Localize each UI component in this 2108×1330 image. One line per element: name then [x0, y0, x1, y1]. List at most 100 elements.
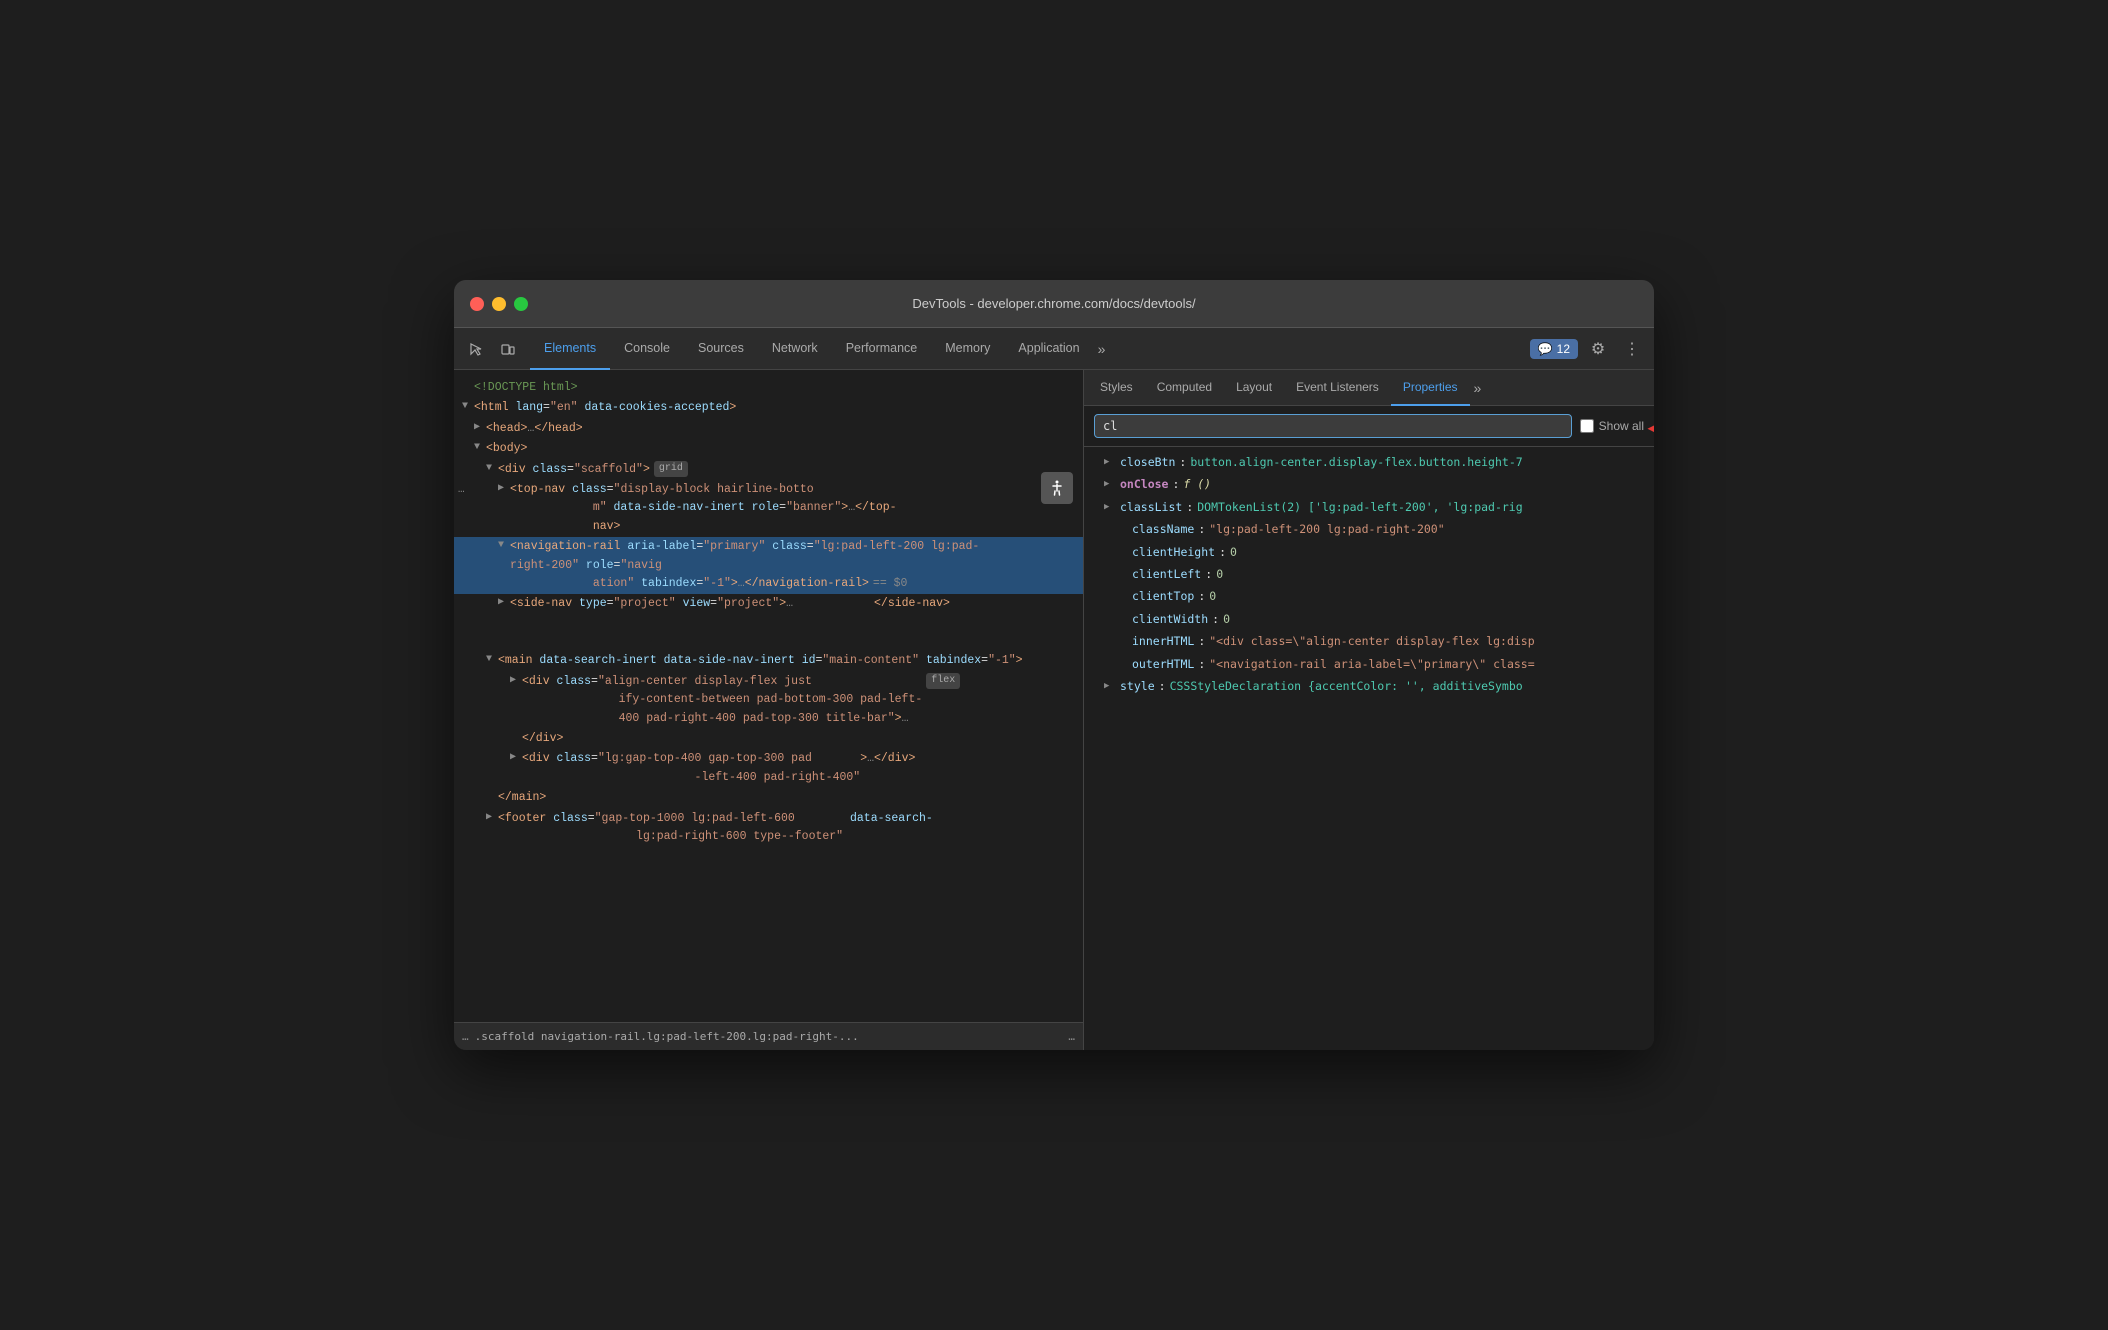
- properties-list: closeBtn : button.align-center.display-f…: [1084, 447, 1654, 1050]
- prop-key: clientWidth: [1132, 610, 1208, 628]
- prop-key-bold: onClose: [1120, 475, 1168, 493]
- tab-application[interactable]: Application: [1004, 328, 1093, 370]
- triangle-icon[interactable]: [486, 461, 498, 477]
- tab-performance[interactable]: Performance: [832, 328, 932, 370]
- minimize-button[interactable]: [492, 297, 506, 311]
- triangle-icon[interactable]: [510, 673, 522, 689]
- tree-main-close[interactable]: </main>: [454, 788, 1083, 808]
- tree-footer[interactable]: <footer class="gap-top-1000 lg:pad-left-…: [454, 809, 1083, 848]
- triangle-icon[interactable]: [498, 481, 510, 497]
- prop-value: CSSStyleDeclaration {accentColor: '', ad…: [1170, 677, 1523, 695]
- prop-key: classList: [1120, 498, 1182, 516]
- right-tab-bar: Styles Computed Layout Event Listeners P…: [1084, 370, 1654, 406]
- tab-layout[interactable]: Layout: [1224, 370, 1284, 406]
- prop-className[interactable]: className : "lg:pad-left-200 lg:pad-righ…: [1084, 518, 1654, 540]
- more-options-button[interactable]: ⋮: [1618, 335, 1646, 363]
- triangle-icon[interactable]: [510, 750, 522, 766]
- accessibility-button[interactable]: [1041, 472, 1073, 504]
- prop-clientWidth[interactable]: clientWidth : 0: [1084, 608, 1654, 630]
- triangle-icon[interactable]: [486, 652, 498, 668]
- maximize-button[interactable]: [514, 297, 528, 311]
- prop-value-func: f (): [1183, 475, 1211, 493]
- more-tabs-button[interactable]: »: [1094, 341, 1110, 357]
- tab-event-listeners[interactable]: Event Listeners: [1284, 370, 1391, 406]
- prop-value: 0: [1216, 565, 1223, 583]
- prop-clientLeft[interactable]: clientLeft : 0: [1084, 563, 1654, 585]
- prop-key: outerHTML: [1132, 655, 1194, 673]
- properties-search-input[interactable]: [1094, 414, 1572, 438]
- inspect-element-button[interactable]: [462, 335, 490, 363]
- triangle-icon[interactable]: [498, 595, 510, 611]
- tree-head[interactable]: <head>…</head>: [454, 419, 1083, 439]
- tree-doctype[interactable]: <!DOCTYPE html>: [454, 378, 1083, 398]
- prop-value: "<div class=\"align-center display-flex …: [1209, 632, 1534, 650]
- breadcrumb-text: .scaffold navigation-rail.lg:pad-left-20…: [475, 1030, 859, 1043]
- elements-panel: <!DOCTYPE html> <html lang="en" data-coo…: [454, 370, 1084, 1050]
- triangle-icon[interactable]: [474, 420, 486, 436]
- properties-search-bar: Show all ◀: [1084, 406, 1654, 447]
- window-title: DevTools - developer.chrome.com/docs/dev…: [912, 296, 1195, 311]
- prop-key: clientLeft: [1132, 565, 1201, 583]
- prop-key: clientHeight: [1132, 543, 1215, 561]
- tab-properties[interactable]: Properties: [1391, 370, 1470, 406]
- toolbar-right: 💬 12 ⚙ ⋮: [1530, 335, 1646, 363]
- prop-value: "lg:pad-left-200 lg:pad-right-200": [1209, 520, 1444, 538]
- dom-tree[interactable]: <!DOCTYPE html> <html lang="en" data-coo…: [454, 370, 1083, 1022]
- title-bar: DevTools - developer.chrome.com/docs/dev…: [454, 280, 1654, 328]
- tree-title-bar-div[interactable]: <div class="align-center display-flex ju…: [454, 672, 1083, 729]
- tab-computed[interactable]: Computed: [1145, 370, 1224, 406]
- red-arrow-annotation: ◀: [1647, 407, 1654, 445]
- tree-nav-rail[interactable]: <navigation-rail aria-label="primary" cl…: [454, 537, 1083, 594]
- prop-clientHeight[interactable]: clientHeight : 0: [1084, 541, 1654, 563]
- tree-main[interactable]: <main data-search-inert data-side-nav-in…: [454, 651, 1083, 671]
- tree-body[interactable]: <body>: [454, 439, 1083, 459]
- tab-styles[interactable]: Styles: [1088, 370, 1145, 406]
- prop-closeBtn[interactable]: closeBtn : button.align-center.display-f…: [1084, 451, 1654, 473]
- tag-text: <html: [474, 399, 515, 417]
- show-all-checkbox[interactable]: [1580, 419, 1594, 433]
- prop-outerHTML[interactable]: outerHTML : "<navigation-rail aria-label…: [1084, 653, 1654, 675]
- feedback-button[interactable]: 💬 12: [1530, 339, 1578, 359]
- tab-console[interactable]: Console: [610, 328, 684, 370]
- prop-value: button.align-center.display-flex.button.…: [1190, 453, 1522, 471]
- badge-flex: flex: [926, 673, 960, 689]
- prop-value: 0: [1223, 610, 1230, 628]
- tree-div-close[interactable]: </div>: [454, 729, 1083, 749]
- tree-html[interactable]: <html lang="en" data-cookies-accepted>: [454, 398, 1083, 418]
- tree-scaffold[interactable]: <div class="scaffold"> grid: [454, 460, 1083, 480]
- triangle-icon[interactable]: [486, 810, 498, 826]
- more-options-icon: ⋮: [1624, 339, 1640, 359]
- prop-triangle-icon[interactable]: [1104, 500, 1116, 514]
- badge-grid: grid: [654, 461, 688, 477]
- prop-triangle-icon[interactable]: [1104, 679, 1116, 693]
- prop-triangle-icon[interactable]: [1104, 477, 1116, 491]
- tab-sources[interactable]: Sources: [684, 328, 758, 370]
- prop-style[interactable]: style : CSSStyleDeclaration {accentColor…: [1084, 675, 1654, 697]
- close-button[interactable]: [470, 297, 484, 311]
- tab-network[interactable]: Network: [758, 328, 832, 370]
- feedback-count: 12: [1557, 342, 1570, 356]
- prop-key: style: [1120, 677, 1155, 695]
- tab-elements[interactable]: Elements: [530, 328, 610, 370]
- prop-innerHTML[interactable]: innerHTML : "<div class=\"align-center d…: [1084, 630, 1654, 652]
- more-right-tabs-button[interactable]: »: [1470, 380, 1486, 396]
- feedback-icon: 💬: [1538, 342, 1553, 356]
- tree-gap-div[interactable]: <div class="lg:gap-top-400 gap-top-300 p…: [454, 749, 1083, 788]
- tab-bar: Elements Console Sources Network Perform…: [454, 328, 1654, 370]
- prop-classList[interactable]: classList : DOMTokenList(2) ['lg:pad-lef…: [1084, 496, 1654, 518]
- prop-key: className: [1132, 520, 1194, 538]
- triangle-icon[interactable]: [474, 440, 486, 456]
- device-toolbar-button[interactable]: [494, 335, 522, 363]
- doctype-text: <!DOCTYPE html>: [474, 379, 578, 397]
- tab-memory[interactable]: Memory: [931, 328, 1004, 370]
- tree-side-nav[interactable]: <side-nav type="project" view="project">…: [454, 594, 1083, 651]
- traffic-lights: [470, 297, 528, 311]
- triangle-icon[interactable]: [462, 399, 474, 415]
- triangle-icon[interactable]: [498, 538, 510, 554]
- prop-clientTop[interactable]: clientTop : 0: [1084, 585, 1654, 607]
- settings-button[interactable]: ⚙: [1584, 335, 1612, 363]
- prop-onClose[interactable]: onClose : f (): [1084, 473, 1654, 495]
- prop-triangle-icon[interactable]: [1104, 455, 1116, 469]
- prop-key: closeBtn: [1120, 453, 1175, 471]
- tree-top-nav[interactable]: … <top-nav class="display-block hairline…: [454, 480, 1083, 537]
